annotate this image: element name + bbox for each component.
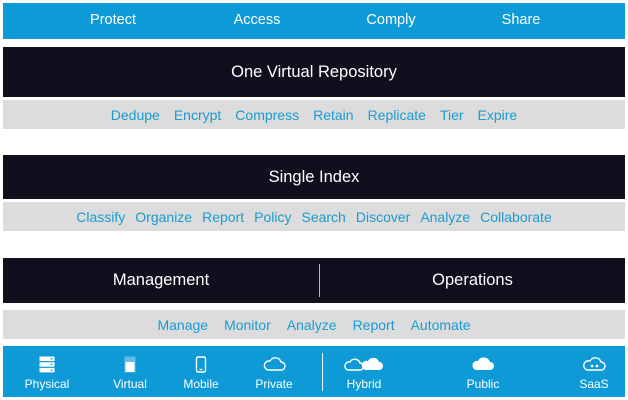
capability-compress: Compress [235,106,300,123]
share-label: Share [501,12,541,28]
capability-discover: Discover [355,208,411,225]
capability-manage: Manage [157,316,209,333]
capability-automate: Automate [410,316,471,333]
server-icon [39,356,55,378]
top-value-bar: Protect Access Comply Share [3,3,625,39]
capability-encrypt: Encrypt [173,106,222,123]
repository-title: One Virtual Repository [231,62,397,81]
environment-label: Virtual [113,377,147,391]
capability-classify: Classify [76,208,126,225]
management-operations-header: Management Operations [3,258,625,303]
capability-expire: Expire [477,106,518,123]
environment-label: Mobile [183,377,219,391]
capability-search: Search [301,208,346,225]
capability-replicate: Replicate [367,106,426,123]
environment-label: Physical [24,377,70,391]
saas-cloud-icon [582,356,606,377]
management-capabilities: Manage Monitor Analyze Report Automate [3,310,625,339]
capability-report-ops: Report [352,316,395,333]
environment-label: Private [255,377,293,391]
operations-title: Operations [432,271,513,289]
environment-divider [322,353,323,391]
capability-monitor: Monitor [224,316,271,333]
capability-organize: Organize [135,208,193,225]
capability-retain: Retain [313,106,354,123]
capability-analyze-ops: Analyze [286,316,337,333]
environment-label: Public [466,377,500,391]
capability-dedupe: Dedupe [110,106,160,123]
environments-bar: Physical Virtual Mobile Private Hybrid P… [3,346,625,397]
repository-capabilities: Dedupe Encrypt Compress Retain Replicate… [3,100,625,129]
environment-label: Hybrid [346,377,382,391]
index-header: Single Index [3,155,625,199]
index-title: Single Index [268,167,360,186]
public-cloud-icon [470,356,496,377]
environment-label: SaaS [579,377,609,391]
mobile-icon [195,356,207,378]
management-title: Management [112,271,210,289]
virtual-server-icon [124,356,136,378]
comply-label: Comply [366,12,416,28]
capability-report: Report [202,208,245,225]
access-label: Access [233,12,281,28]
protect-label: Protect [90,12,136,28]
capability-policy: Policy [254,208,292,225]
hybrid-cloud-icon [343,356,385,377]
capability-tier: Tier [439,106,464,123]
capability-collaborate: Collaborate [480,208,552,225]
capability-analyze: Analyze [420,208,471,225]
index-capabilities: Classify Organize Report Policy Search D… [3,202,625,231]
private-cloud-icon [262,356,286,377]
repository-header: One Virtual Repository [3,47,625,97]
